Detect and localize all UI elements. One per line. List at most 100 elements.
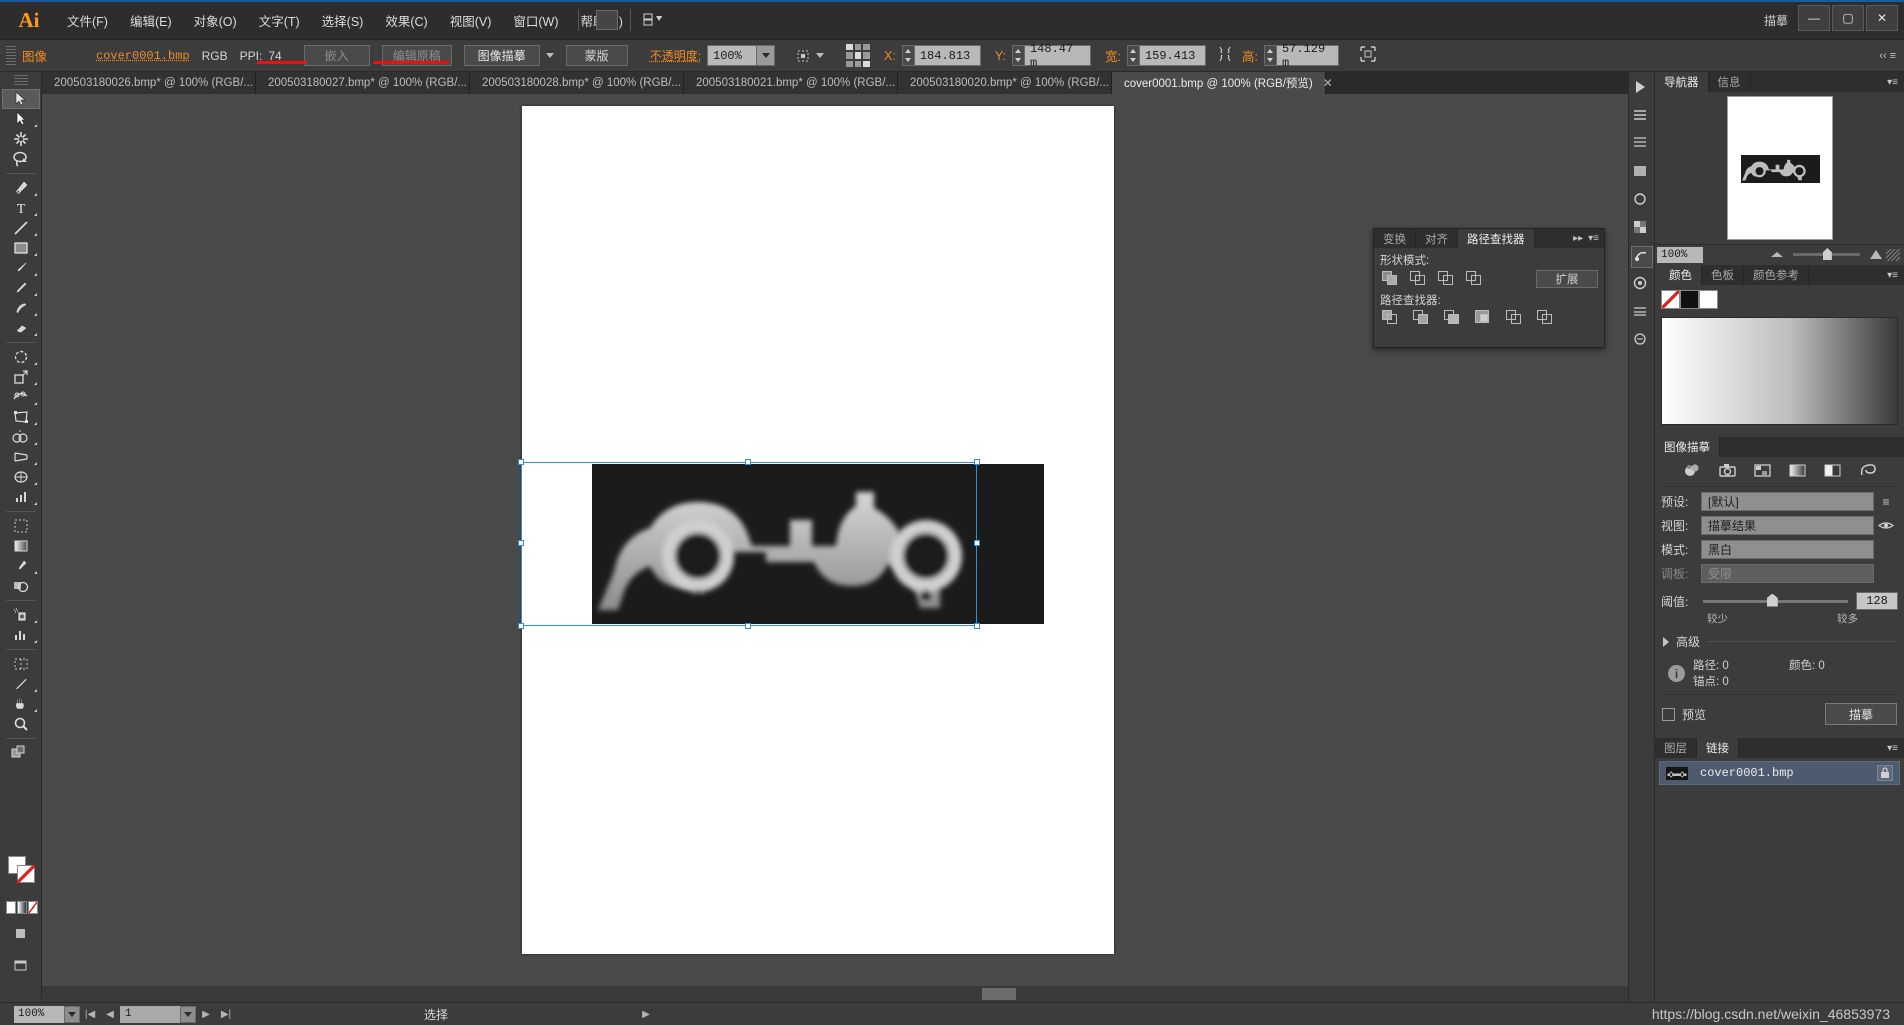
- threshold-slider[interactable]: [1703, 593, 1848, 607]
- status-zoom-input[interactable]: 100%: [14, 1005, 64, 1023]
- tab-align[interactable]: 对齐: [1416, 229, 1458, 248]
- navigator-panel-menu-icon[interactable]: ▾≡: [1887, 72, 1904, 92]
- high-color-icon[interactable]: [1718, 462, 1737, 482]
- x-stepper[interactable]: [901, 45, 915, 66]
- white-color-swatch[interactable]: [1699, 290, 1718, 309]
- workspace-switcher-label[interactable]: 描摹: [1764, 12, 1788, 29]
- chevron-right-icon[interactable]: [1663, 636, 1669, 647]
- black-and-white-icon[interactable]: [1823, 462, 1842, 482]
- bridge-icon[interactable]: [596, 10, 618, 30]
- preview-checkbox[interactable]: [1662, 707, 1675, 721]
- transform-dropdown-icon[interactable]: [816, 53, 825, 58]
- line-segment-tool[interactable]: [2, 218, 40, 238]
- artboard-number-input[interactable]: 1: [120, 1005, 180, 1023]
- pathfinder-panel-menu[interactable]: ▸▸ ▾≡: [1573, 229, 1604, 248]
- navigator-zoom-knob[interactable]: [1822, 248, 1832, 260]
- document-tab-0[interactable]: 200503180026.bmp* @ 100% (RGB/... ✕: [42, 72, 273, 94]
- width-field[interactable]: 159.413: [1126, 45, 1206, 66]
- panel-menu-icon[interactable]: ▾≡: [1588, 233, 1599, 244]
- transform-options-icon[interactable]: [793, 47, 830, 65]
- fill-stroke-swap[interactable]: [2, 743, 40, 763]
- height-field[interactable]: 57.129 m: [1263, 42, 1339, 70]
- draw-mode-button[interactable]: [2, 924, 40, 944]
- eyedropper-tool[interactable]: [2, 556, 40, 576]
- x-field[interactable]: 184.813: [901, 45, 981, 66]
- height-stepper[interactable]: [1263, 45, 1277, 66]
- width-tool[interactable]: [2, 387, 40, 407]
- document-tab-3[interactable]: 200503180021.bmp* @ 100% (RGB/... ✕: [684, 72, 915, 94]
- rotate-tool[interactable]: [2, 347, 40, 367]
- stroke-dock-icon[interactable]: [1630, 302, 1653, 324]
- link-list-item[interactable]: cover0001.bmp: [1659, 761, 1900, 785]
- perspective-grid-tool[interactable]: [2, 447, 40, 467]
- mode-select[interactable]: 黑白: [1701, 540, 1874, 559]
- eye-icon[interactable]: [1874, 520, 1898, 531]
- screen-mode-button[interactable]: [2, 956, 40, 976]
- grayscale-icon[interactable]: [1788, 462, 1807, 482]
- canvas-horizontal-scrollbar[interactable]: [42, 986, 1638, 1002]
- hand-tool[interactable]: [2, 694, 40, 714]
- image-trace-dropdown-icon[interactable]: [545, 53, 554, 58]
- eraser-tool[interactable]: [2, 318, 40, 338]
- knife-tool[interactable]: [2, 674, 40, 694]
- artboard-dropdown-icon[interactable]: [180, 1005, 196, 1023]
- menu-item-type[interactable]: 文字(T): [248, 7, 311, 34]
- color-spectrum-ramp[interactable]: [1661, 317, 1898, 425]
- artboard-tool[interactable]: [2, 516, 40, 536]
- free-transform-tool[interactable]: [2, 407, 40, 427]
- gradient-swatch-icon[interactable]: [17, 901, 27, 914]
- trim-icon[interactable]: [1413, 310, 1430, 326]
- unite-icon[interactable]: [1382, 271, 1399, 287]
- zoom-tool[interactable]: [2, 714, 40, 734]
- intersect-icon[interactable]: [1438, 271, 1455, 287]
- collapse-icon[interactable]: ▸▸: [1573, 233, 1583, 244]
- layers-links-panel-menu-icon[interactable]: ▾≡: [1887, 738, 1904, 758]
- resize-grip-icon[interactable]: [1886, 248, 1900, 261]
- menu-item-file[interactable]: 文件(F): [56, 7, 119, 34]
- tab-color-guide[interactable]: 颜色参考: [1744, 265, 1809, 285]
- close-icon[interactable]: ✕: [1323, 76, 1333, 90]
- type-tool[interactable]: T: [2, 198, 40, 218]
- blend-tool[interactable]: [2, 576, 40, 596]
- status-zoom-dropdown-icon[interactable]: [64, 1005, 80, 1023]
- symbol-sprayer-tool[interactable]: [2, 605, 40, 625]
- symbols-icon[interactable]: [1630, 134, 1653, 156]
- minus-front-icon[interactable]: [1410, 271, 1427, 287]
- embed-button[interactable]: 嵌入: [303, 45, 370, 66]
- black-color-swatch[interactable]: [1680, 290, 1699, 309]
- navigator-thumbnail[interactable]: [1655, 92, 1904, 244]
- y-value[interactable]: 148.47 m: [1024, 42, 1091, 70]
- color-panel-menu-icon[interactable]: ▾≡: [1887, 265, 1904, 285]
- x-value[interactable]: 184.813: [914, 45, 981, 66]
- image-trace-button[interactable]: 图像描摹: [463, 45, 540, 66]
- direct-selection-tool[interactable]: [2, 109, 40, 129]
- menu-item-select[interactable]: 选择(S): [311, 7, 375, 34]
- threshold-input[interactable]: 128: [1856, 592, 1898, 610]
- transparency-icon[interactable]: [1630, 218, 1653, 240]
- tab-navigator[interactable]: 导航器: [1655, 72, 1709, 92]
- outline-icon[interactable]: [1858, 462, 1877, 482]
- crop-icon[interactable]: [1475, 310, 1492, 326]
- lasso-tool[interactable]: [2, 149, 40, 169]
- height-value[interactable]: 57.129 m: [1276, 42, 1339, 70]
- status-expand-icon[interactable]: ▶: [636, 1006, 656, 1023]
- tools-panel-grip[interactable]: [13, 75, 28, 87]
- tab-layers[interactable]: 图层: [1655, 738, 1697, 758]
- menu-item-view[interactable]: 视图(V): [439, 7, 503, 34]
- placed-image[interactable]: [592, 464, 1044, 624]
- menu-item-edit[interactable]: 编辑(E): [119, 7, 183, 34]
- blob-brush-tool[interactable]: [2, 298, 40, 318]
- menu-item-effect[interactable]: 效果(C): [374, 7, 438, 34]
- control-bar-grip[interactable]: [6, 45, 16, 66]
- minimize-button[interactable]: —: [1798, 5, 1830, 31]
- preset-select[interactable]: [默认]: [1701, 492, 1874, 511]
- tab-info[interactable]: 信息: [1709, 72, 1751, 92]
- next-artboard-button[interactable]: ▶: [196, 1006, 216, 1023]
- document-tab-1[interactable]: 200503180027.bmp* @ 100% (RGB/... ✕: [256, 72, 487, 94]
- fill-stroke-swatches[interactable]: [8, 856, 36, 884]
- scale-tool[interactable]: [2, 367, 40, 387]
- tab-swatches[interactable]: 色板: [1702, 265, 1744, 285]
- preset-menu-icon[interactable]: ≡: [1874, 495, 1898, 509]
- auto-color-icon[interactable]: [1683, 462, 1702, 482]
- color-swatch-icon[interactable]: [6, 901, 16, 914]
